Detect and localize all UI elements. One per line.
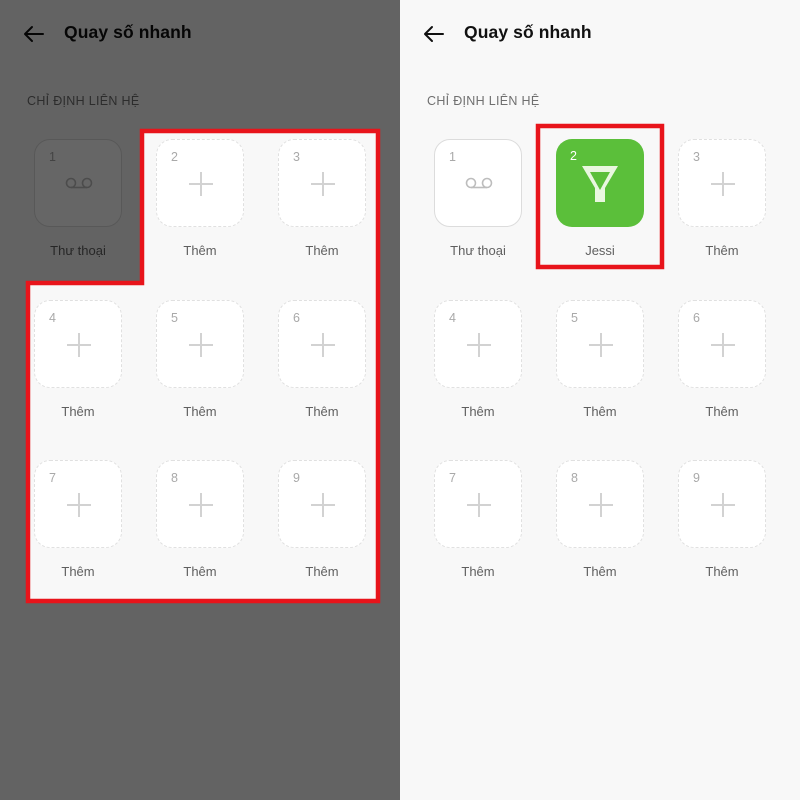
tile-label: Jessi bbox=[585, 243, 615, 258]
tile-label: Thêm bbox=[305, 404, 339, 419]
tile-label: Thêm bbox=[461, 404, 495, 419]
tile-label: Thư thoại bbox=[50, 243, 106, 258]
speed-dial-tile-8[interactable]: 8 bbox=[556, 460, 644, 548]
tile-label: Thêm bbox=[705, 564, 739, 579]
plus-icon bbox=[35, 301, 123, 389]
tile-label: Thêm bbox=[461, 564, 495, 579]
page-title: Quay số nhanh bbox=[64, 22, 192, 42]
comparison-stage: Quay số nhanh CHỈ ĐỊNH LIÊN HỆ 1 Thư tho… bbox=[0, 0, 800, 800]
speed-dial-tile-8[interactable]: 8 bbox=[156, 460, 244, 548]
right-screen: Quay số nhanh CHỈ ĐỊNH LIÊN HỆ 1 Thư tho… bbox=[400, 0, 800, 800]
plus-icon bbox=[679, 461, 767, 549]
plus-icon bbox=[435, 461, 523, 549]
speed-dial-tile-2[interactable]: 2 bbox=[156, 139, 244, 227]
speed-dial-tile-2[interactable]: 2 bbox=[556, 139, 644, 227]
speed-dial-tile-5[interactable]: 5 bbox=[156, 300, 244, 388]
speed-dial-tile-4[interactable]: 4 bbox=[34, 300, 122, 388]
plus-icon bbox=[679, 301, 767, 389]
plus-icon bbox=[679, 140, 767, 228]
left-screen: Quay số nhanh CHỈ ĐỊNH LIÊN HỆ 1 Thư tho… bbox=[0, 0, 400, 800]
tile-label: Thêm bbox=[61, 564, 95, 579]
speed-dial-tile-1[interactable]: 1 bbox=[34, 139, 122, 227]
right-panel: Quay số nhanh CHỈ ĐỊNH LIÊN HỆ 1 Thư tho… bbox=[400, 0, 800, 800]
plus-icon bbox=[279, 461, 367, 549]
back-arrow-icon[interactable] bbox=[22, 22, 46, 46]
speed-dial-tile-7[interactable]: 7 bbox=[434, 460, 522, 548]
left-panel: Quay số nhanh CHỈ ĐỊNH LIÊN HỆ 1 Thư tho… bbox=[0, 0, 400, 800]
tile-label: Thêm bbox=[583, 564, 617, 579]
speed-dial-tile-9[interactable]: 9 bbox=[278, 460, 366, 548]
plus-icon bbox=[279, 140, 367, 228]
tile-label: Thêm bbox=[183, 404, 217, 419]
tile-number: 1 bbox=[49, 150, 56, 164]
plus-icon bbox=[279, 301, 367, 389]
speed-dial-tile-4[interactable]: 4 bbox=[434, 300, 522, 388]
tile-label: Thêm bbox=[61, 404, 95, 419]
plus-icon bbox=[35, 461, 123, 549]
speed-dial-tile-7[interactable]: 7 bbox=[34, 460, 122, 548]
section-label: CHỈ ĐỊNH LIÊN HỆ bbox=[427, 94, 540, 108]
tile-label: Thư thoại bbox=[450, 243, 506, 258]
tile-number: 2 bbox=[570, 149, 577, 163]
speed-dial-tile-1[interactable]: 1 bbox=[434, 139, 522, 227]
speed-dial-tile-6[interactable]: 6 bbox=[678, 300, 766, 388]
plus-icon bbox=[157, 461, 245, 549]
tile-label: Thêm bbox=[705, 404, 739, 419]
voicemail-icon bbox=[65, 177, 93, 189]
plus-icon bbox=[557, 461, 645, 549]
right-header: Quay số nhanh bbox=[400, 0, 800, 70]
tile-label: Thêm bbox=[583, 404, 617, 419]
speed-dial-tile-9[interactable]: 9 bbox=[678, 460, 766, 548]
plus-icon bbox=[157, 140, 245, 228]
speed-dial-tile-3[interactable]: 3 bbox=[278, 139, 366, 227]
tile-label: Thêm bbox=[305, 243, 339, 258]
back-arrow-icon[interactable] bbox=[422, 22, 446, 46]
plus-icon bbox=[557, 301, 645, 389]
plus-icon bbox=[435, 301, 523, 389]
tile-label: Thêm bbox=[183, 564, 217, 579]
page-title: Quay số nhanh bbox=[464, 22, 592, 42]
section-label: CHỈ ĐỊNH LIÊN HỆ bbox=[27, 94, 140, 108]
left-header: Quay số nhanh bbox=[0, 0, 400, 70]
tile-label: Thêm bbox=[705, 243, 739, 258]
speed-dial-tile-5[interactable]: 5 bbox=[556, 300, 644, 388]
funnel-contact-icon bbox=[582, 166, 618, 202]
voicemail-icon bbox=[465, 177, 493, 189]
plus-icon bbox=[157, 301, 245, 389]
tile-number: 1 bbox=[449, 150, 456, 164]
tile-label: Thêm bbox=[183, 243, 217, 258]
speed-dial-tile-3[interactable]: 3 bbox=[678, 139, 766, 227]
speed-dial-tile-6[interactable]: 6 bbox=[278, 300, 366, 388]
tile-label: Thêm bbox=[305, 564, 339, 579]
